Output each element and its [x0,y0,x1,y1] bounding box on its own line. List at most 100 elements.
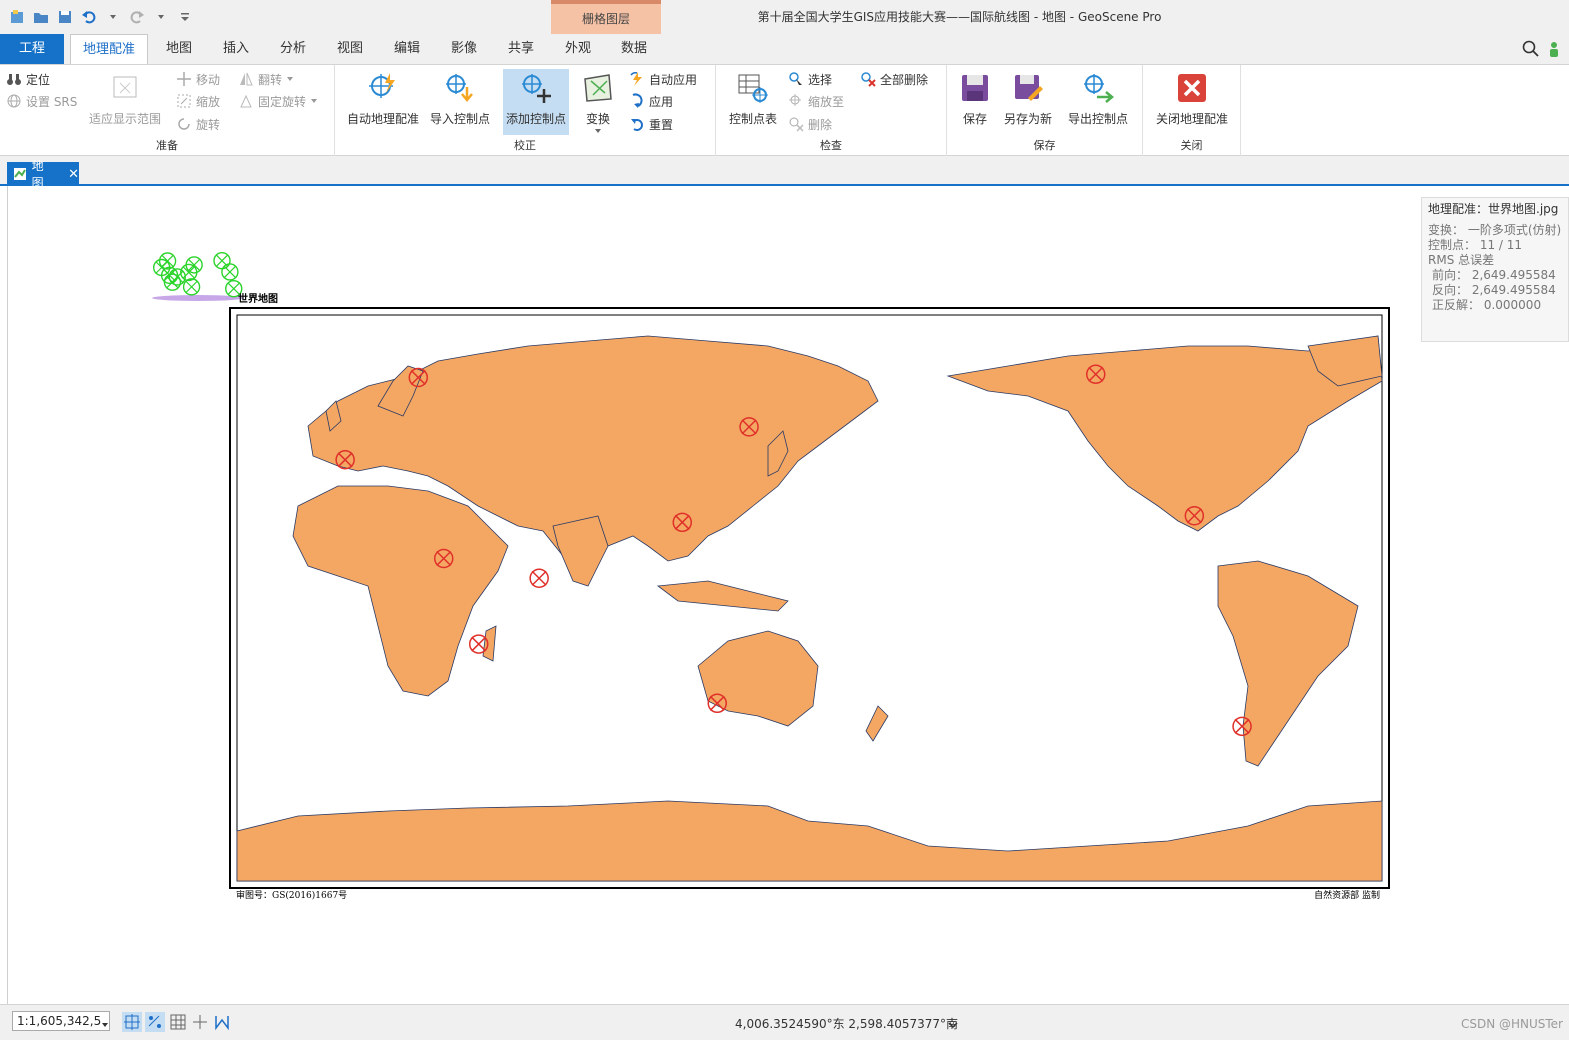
map-scale-value: 1:1,605,342,5 [17,1014,102,1028]
tab-insert[interactable]: 插入 [212,34,260,64]
tab-analysis[interactable]: 分析 [269,34,317,64]
prepare-group-label: 准备 [156,139,178,152]
delete-all-button[interactable]: 全部删除 [860,69,928,89]
tab-imagery[interactable]: 影像 [440,34,488,64]
map-canvas[interactable]: 世界地图 审图号：GS(2016)1667号 自然资源部 监制 [8,186,1418,1004]
save-as-new-button[interactable]: 另存为新 [1001,69,1055,135]
add-control-points-button[interactable]: 添加控制点 [503,69,569,135]
map-approval-number: 审图号：GS(2016)1667号 [236,889,347,901]
fixed-rotate-button[interactable]: 固定旋转 [238,91,318,111]
map-view-tab[interactable]: 地图 ✕ [7,159,79,190]
reset-button[interactable]: 重置 [629,114,673,134]
set-srs-button[interactable]: 设置 SRS [6,91,77,111]
flip-icon [240,72,253,86]
tab-project[interactable]: 工程 [0,34,64,64]
tab-data[interactable]: 数据 [610,34,658,64]
status-bar: 1:1,605,342,5 4,006.3524590°东 2,598.4057… [0,1004,1569,1040]
chevron-down-icon [595,129,601,133]
move-icon [177,72,191,86]
export-control-points-label: 导出控制点 [1067,112,1128,126]
delete-all-label: 全部删除 [880,72,929,87]
zoom-to-icon [789,94,801,106]
tab-view[interactable]: 视图 [326,34,374,64]
fixed-rotate-icon [240,94,252,108]
tab-share[interactable]: 共享 [497,34,545,64]
search-icon[interactable] [1522,40,1540,61]
rotate-button[interactable]: 旋转 [176,114,220,134]
auto-apply-label: 自动应用 [649,72,698,87]
watermark-text: CSDN @HNUSTer [1460,1017,1563,1031]
locate-label: 定位 [26,72,51,87]
georef-title: 地理配准：世界地图.jpg [1428,202,1559,216]
close-georeference-button[interactable]: 关闭地理配准 [1149,69,1235,135]
scale-button[interactable]: 缩放 [176,91,220,111]
save-label: 保存 [962,112,987,126]
add-control-points-icon [522,74,551,103]
transform-label: 变换 [585,112,610,126]
transform-icon [584,74,612,102]
map-credit: 自然资源部 监制 [1314,889,1380,901]
save-as-new-label: 另存为新 [1003,112,1052,126]
apply-label: 应用 [649,94,674,109]
zoom-to-button[interactable]: 缩放至 [788,91,844,111]
save-as-new-icon [1015,75,1043,101]
import-control-points-button[interactable]: 导入控制点 [427,69,493,135]
apply-button[interactable]: 应用 [629,91,673,111]
tab-map[interactable]: 地图 [155,34,203,64]
export-control-points-icon [1084,74,1114,103]
georef-control-points: 控制点： 11 / 11 [1428,238,1523,252]
export-control-points-button[interactable]: 导出控制点 [1063,69,1133,135]
map-scale-selector[interactable]: 1:1,605,342,5 [12,1011,110,1031]
fixed-rotate-label: 固定旋转 [258,94,307,109]
import-control-points-icon [446,74,473,102]
close-tab-icon[interactable]: ✕ [68,167,79,182]
scale-dropdown-icon[interactable] [101,1018,109,1032]
zoom-to-label: 缩放至 [808,94,845,109]
auto-georeference-button[interactable]: 自动地理配准 [341,69,425,135]
tab-appearance[interactable]: 外观 [554,34,602,64]
auto-apply-button[interactable]: 自动应用 [629,69,697,89]
apply-icon [632,93,643,108]
move-label: 移动 [196,72,221,87]
map-icon [14,168,26,180]
georef-forward-inverse: 正反解： 0.000000 [1432,298,1542,312]
control-point-table-icon [738,74,768,103]
fit-display-label: 适应显示范围 [88,112,161,126]
inspect-group-label: 检查 [820,139,842,152]
map-view[interactable]: 世界地图 审图号：GS(2016)1667号 自然资源部 监制 [7,186,1569,1004]
title-bar: 第十届全国大学生GIS应用技能大赛——国际航线图 - 地图 - GeoScene… [0,0,1569,34]
control-point-table-button[interactable]: 控制点表 [722,69,784,135]
georef-rms-label: RMS 总误差 [1428,253,1495,267]
fit-display-button[interactable]: 适应显示范围 [88,69,162,135]
delete-button[interactable]: 删除 [788,114,832,134]
close-group: 关闭地理配准 关闭 [1143,65,1241,156]
close-icon [1178,74,1206,102]
georef-forward: 前向： 2,649.495584 [1432,268,1556,282]
save-group-label: 保存 [1033,139,1056,152]
delete-icon [789,117,804,132]
tab-georeference[interactable]: 地理配准 [70,34,148,65]
constraint-icon[interactable] [190,1012,210,1035]
move-button[interactable]: 移动 [176,69,220,89]
view-tab-bar: 地图 ✕ [0,156,1569,190]
save-icon [962,75,988,101]
prepare-group: 定位 设置 SRS 适应显示范围 移动 缩放 旋转 翻转 固定旋转 准备 [0,65,335,156]
locate-button[interactable]: 定位 [6,69,50,89]
grid-snap-icon[interactable] [145,1012,165,1032]
close-georeference-label: 关闭地理配准 [1155,112,1228,126]
snapping-icon[interactable] [122,1012,142,1032]
tab-edit[interactable]: 编辑 [383,34,431,64]
rotation-icon[interactable] [212,1012,232,1035]
fit-to-display-icon [113,76,137,98]
close-group-label: 关闭 [1180,139,1203,152]
rotate-label: 旋转 [196,117,221,132]
scale-icon [177,94,191,108]
flip-button[interactable]: 翻转 [238,69,294,89]
coordinate-format-dropdown-icon[interactable] [948,1018,958,1032]
transform-button[interactable]: 变换 [575,69,621,135]
ribbon: 定位 设置 SRS 适应显示范围 移动 缩放 旋转 翻转 固定旋转 准备 自动地… [0,64,1569,156]
grid-icon[interactable] [168,1012,188,1035]
save-button[interactable]: 保存 [953,69,997,135]
user-icon[interactable] [1548,40,1560,61]
select-button[interactable]: 选择 [788,69,832,89]
